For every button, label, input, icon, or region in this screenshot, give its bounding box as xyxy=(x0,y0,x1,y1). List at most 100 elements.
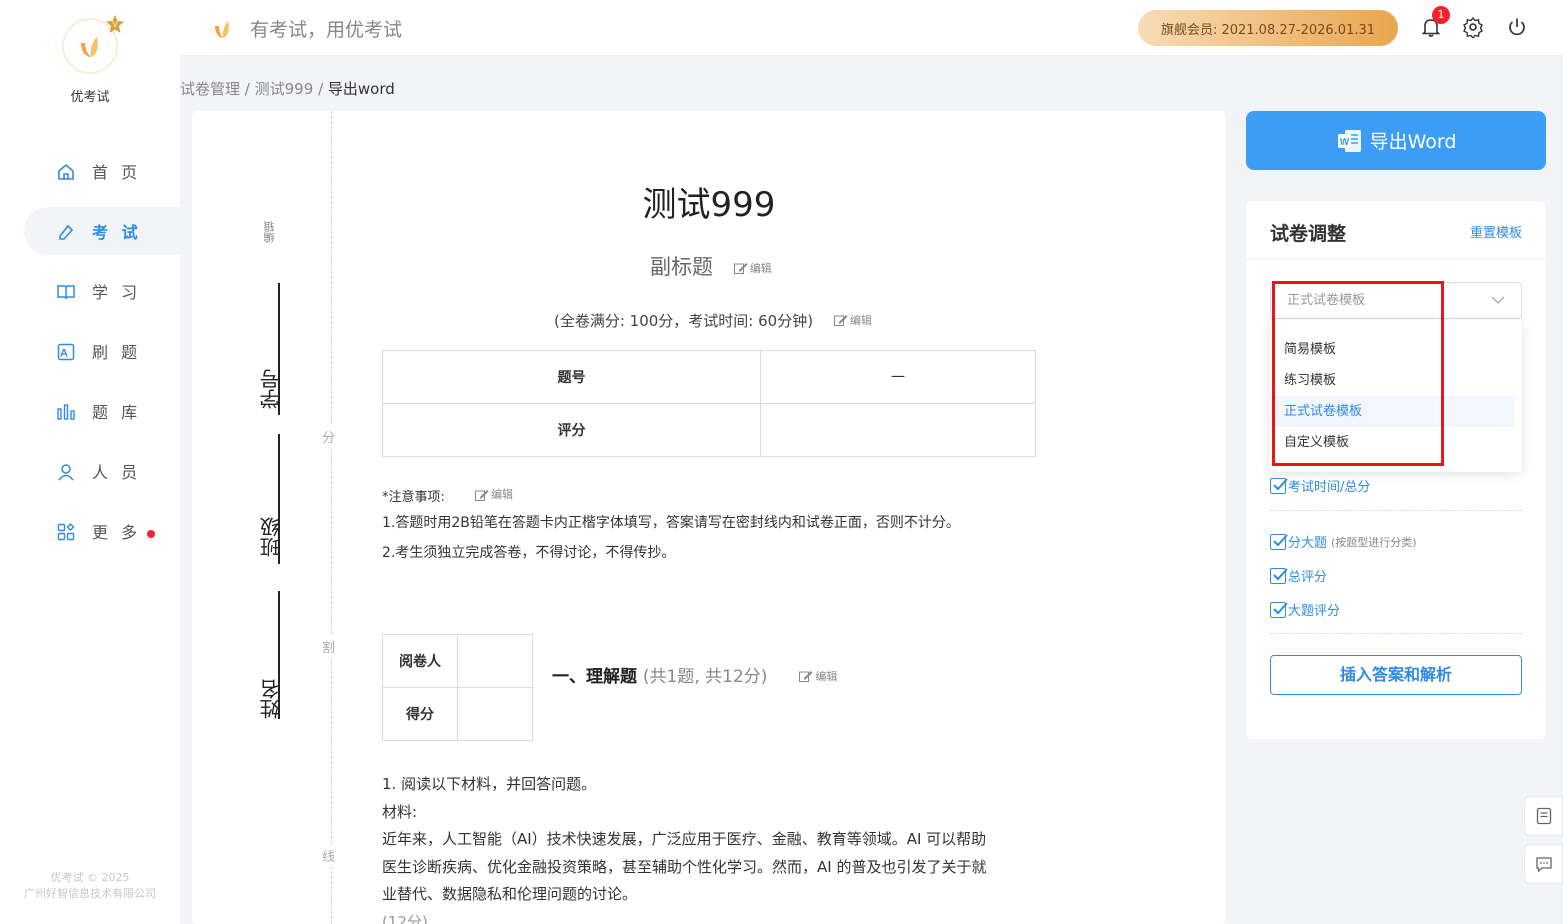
divider xyxy=(1270,510,1522,511)
membership-badge[interactable]: 旗舰会员: 2021.08.27-2026.01.31 xyxy=(1138,10,1398,46)
sidebar-item-label: 考 试 xyxy=(92,223,142,242)
sidebar-item-practice[interactable]: A 刷 题 xyxy=(0,321,180,381)
chat-float-button[interactable] xyxy=(1524,844,1563,884)
sidebar-item-label: 首 页 xyxy=(92,163,142,182)
check-icon xyxy=(1273,601,1288,614)
edit-subtitle-link[interactable]: 编辑 xyxy=(733,260,772,276)
grader-table: 阅卷人 得分 xyxy=(382,634,533,741)
question-block: 1. 阅读以下材料，并回答问题。 材料: 近年来，人工智能（AI）技术快速发展，… xyxy=(382,771,1042,924)
edit-icon xyxy=(475,490,489,501)
side-edit-link[interactable]: 编辑 xyxy=(262,221,278,243)
sidebar-item-label: 学 习 xyxy=(92,283,142,302)
edit-section-link[interactable]: 编辑 xyxy=(799,668,837,684)
reset-template-link[interactable]: 重置模板 xyxy=(1470,222,1522,241)
table-cell xyxy=(457,687,533,741)
app-logo[interactable]: V xyxy=(62,15,124,74)
chevron-down-icon xyxy=(1491,296,1505,304)
header-slogan: 有考试，用优考试 xyxy=(212,15,402,42)
note-line: 1.答题时用2B铅笔在答题卡内正楷字体填写，答案请写在密封线内和试卷正面，否则不… xyxy=(382,515,960,531)
table-row: 阅卷人 xyxy=(382,634,533,688)
svg-text:W: W xyxy=(1339,137,1349,148)
gear-icon[interactable] xyxy=(1462,16,1484,38)
sidebar-item-users[interactable]: 人 员 xyxy=(0,441,180,501)
copyright: 优考试 © 2025 广州好智信息技术有限公司 xyxy=(24,871,156,900)
sidebar-item-home[interactable]: 首 页 xyxy=(0,141,180,201)
sidebar-item-study[interactable]: 学 习 xyxy=(0,261,180,321)
insert-answer-button[interactable]: 插入答案和解析 xyxy=(1270,655,1522,695)
adjust-title: 试卷调整 xyxy=(1270,223,1347,245)
table-row: 得分 xyxy=(382,687,533,741)
edit-meta-link[interactable]: 编辑 xyxy=(833,312,872,328)
divider xyxy=(1246,259,1546,260)
sidebar-nav: 首 页 考 试 学 习 A 刷 题 题 库 人 员 更 多 xyxy=(0,141,194,561)
breadcrumb-item[interactable]: 试卷管理 xyxy=(180,80,240,98)
table-cell xyxy=(457,634,533,688)
check-icon xyxy=(1273,533,1288,546)
seal-line xyxy=(331,111,332,924)
sidebar-item-label: 更 多 xyxy=(92,519,156,543)
sidebar-item-exam[interactable]: 考 试 xyxy=(0,201,194,261)
student-id-line xyxy=(278,283,280,415)
exam-icon xyxy=(59,224,74,240)
sidebar-item-question-bank[interactable]: 题 库 xyxy=(0,381,180,441)
checkbox[interactable] xyxy=(1270,567,1288,584)
notes-header: *注意事项: 编辑 xyxy=(382,485,960,508)
breadcrumb-current: 导出word xyxy=(327,80,395,98)
svg-text:V: V xyxy=(112,20,118,29)
student-id-label: 学号 xyxy=(259,369,283,409)
edit-notes-link[interactable]: 编辑 xyxy=(475,485,513,505)
seal-char: 线 xyxy=(322,844,336,867)
question-points: (12分) xyxy=(382,912,428,924)
user-icon xyxy=(58,464,74,481)
logo-icon xyxy=(81,37,98,57)
sidebar-item-more[interactable]: 更 多 xyxy=(0,501,180,561)
table-cell xyxy=(760,403,1036,457)
class-label: 班级 xyxy=(259,517,283,557)
table-cell: 一 xyxy=(760,350,1036,404)
svg-text:A: A xyxy=(60,348,72,360)
table-row: 评分 xyxy=(382,403,1036,457)
material-label: 材料: xyxy=(382,802,418,821)
checkbox-total-score[interactable]: 总评分 xyxy=(1270,566,1327,585)
edit-icon xyxy=(799,671,813,682)
note-line: 2.考生须独立完成答卷，不得讨论，不得传抄。 xyxy=(382,545,676,561)
sidebar-item-label: 人 员 xyxy=(92,463,142,482)
more-icon xyxy=(57,523,75,541)
material-line: 业替代、数据隐私和伦理问题的讨论。 xyxy=(382,885,638,903)
table-row: 题号 一 xyxy=(382,350,1036,404)
checkbox[interactable] xyxy=(1270,601,1288,618)
checkbox-section-score[interactable]: 大题评分 xyxy=(1270,600,1340,619)
export-word-button[interactable]: W 导出Word xyxy=(1246,111,1546,170)
material-line: 近年来，人工智能（AI）技术快速发展，广泛应用于医疗、金融、教育等领域。AI 可… xyxy=(382,830,987,848)
table-cell: 题号 xyxy=(382,350,761,404)
power-icon[interactable] xyxy=(1506,16,1528,38)
sidebar-item-label: 题 库 xyxy=(92,403,142,422)
divider xyxy=(1270,633,1522,634)
notification-count: 1 xyxy=(1432,6,1450,24)
breadcrumb-item[interactable]: 测试999 xyxy=(255,80,314,98)
paper-title: 测试999 xyxy=(642,185,776,225)
check-icon xyxy=(1273,477,1288,490)
top-header: 有考试，用优考试 旗舰会员: 2021.08.27-2026.01.31 1 xyxy=(180,0,1563,56)
logo-text: 优考试 xyxy=(70,90,110,105)
exam-paper-preview: 编辑 学号 班级 姓名 分 割 线 测试999 副标题 编辑 (全卷满分: 10… xyxy=(192,111,1226,924)
practice-icon: A xyxy=(57,343,75,361)
table-cell: 阅卷人 xyxy=(382,634,458,688)
vip-badge-icon: V xyxy=(106,15,124,33)
document-float-button[interactable] xyxy=(1524,796,1563,836)
word-icon: W xyxy=(1337,129,1361,152)
class-line xyxy=(278,434,280,564)
paper-subtitle: 副标题 编辑 xyxy=(650,255,772,279)
checkbox[interactable] xyxy=(1270,477,1288,494)
name-line xyxy=(278,591,280,719)
checkbox-split-sections[interactable]: 分大题 (按题型进行分类) xyxy=(1270,532,1417,551)
checkbox-exam-time[interactable]: 考试时间/总分 xyxy=(1270,476,1370,495)
brand-leaf-icon xyxy=(215,20,229,38)
checkbox[interactable] xyxy=(1270,533,1288,550)
table-cell: 得分 xyxy=(382,687,458,741)
edit-icon xyxy=(733,263,748,274)
notes: *注意事项: 编辑 1.答题时用2B铅笔在答题卡内正楷字体填写，答案请写在密封线… xyxy=(382,485,960,568)
breadcrumb: 试卷管理 / 测试999 / 导出word xyxy=(180,80,395,98)
question-bank-icon xyxy=(57,404,75,420)
name-label: 姓名 xyxy=(259,679,283,719)
